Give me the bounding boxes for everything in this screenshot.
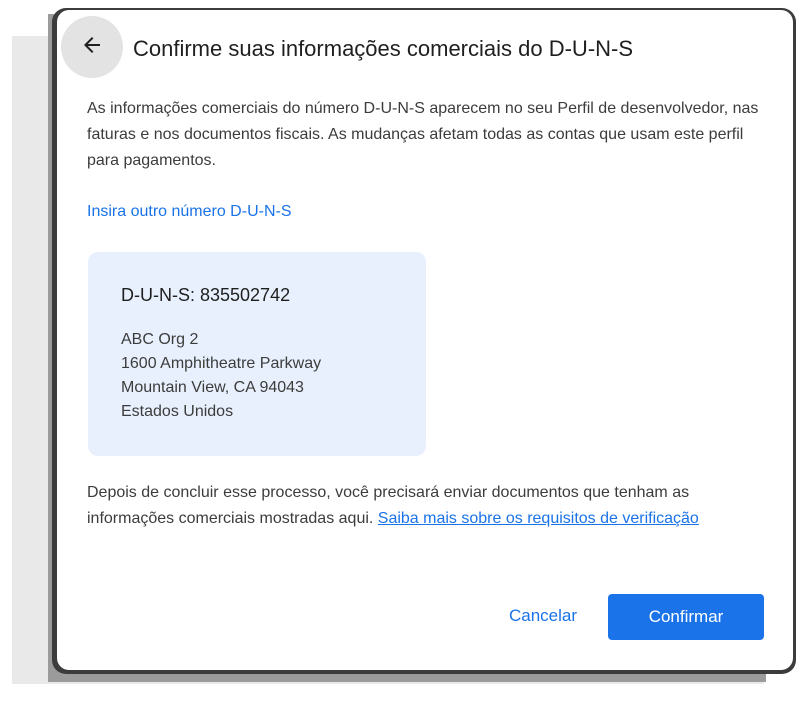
enter-other-duns-link[interactable]: Insira outro número D-U-N-S: [87, 200, 292, 224]
confirm-duns-dialog: Confirme suas informações comerciais do …: [57, 10, 793, 670]
address-line-city: Mountain View, CA 94043: [121, 379, 304, 396]
duns-number: D-U-N-S: 835502742: [121, 285, 291, 305]
duns-info-card: D-U-N-S: 835502742 ABC Org 2 1600 Amphit…: [88, 252, 426, 456]
cancel-button[interactable]: Cancelar: [489, 594, 597, 638]
address-line-street: 1600 Amphitheatre Parkway: [121, 355, 322, 372]
confirm-button[interactable]: Confirmar: [608, 594, 764, 640]
address-line-name: ABC Org 2: [121, 331, 199, 348]
verification-requirements-link[interactable]: Saiba mais sobre os requisitos de verifi…: [378, 510, 699, 527]
arrow-back-icon: [80, 33, 104, 62]
business-address: ABC Org 2 1600 Amphitheatre Parkway Moun…: [121, 328, 321, 424]
verification-note: Depois de concluir esse processo, você p…: [87, 480, 767, 532]
dialog-description: As informações comerciais do número D-U-…: [87, 100, 759, 169]
address-line-country: Estados Unidos: [121, 403, 234, 420]
back-button[interactable]: [61, 16, 123, 78]
dialog-title: Confirme suas informações comerciais do …: [133, 36, 634, 61]
